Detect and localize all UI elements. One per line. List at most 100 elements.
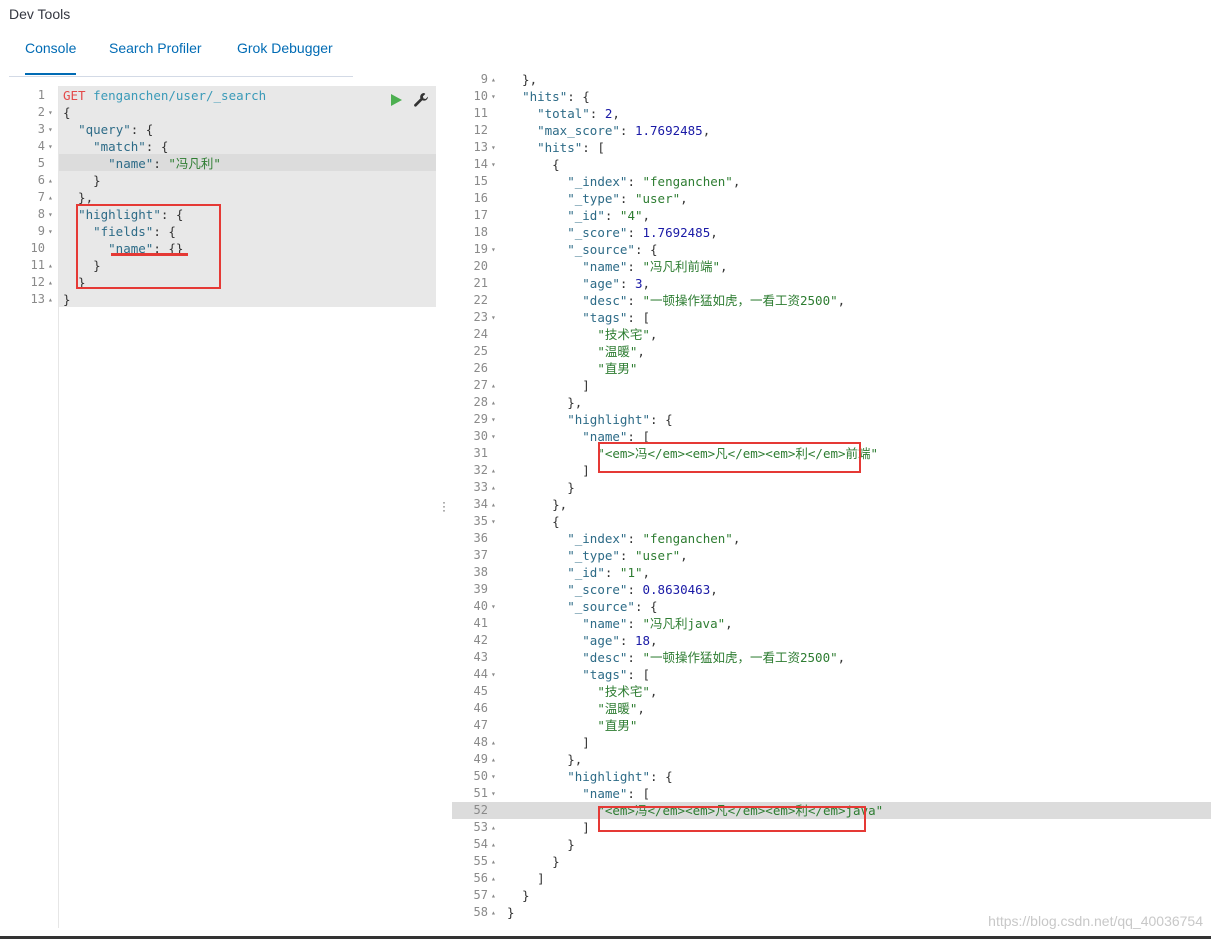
response-line: ]	[507, 735, 590, 750]
unfold-caret-icon[interactable]: ▴	[491, 462, 496, 479]
fold-caret-icon[interactable]: ▾	[491, 666, 496, 683]
tab-grok-debugger[interactable]: Grok Debugger	[237, 40, 333, 56]
fold-caret-icon[interactable]: ▾	[491, 88, 496, 105]
fold-caret-icon[interactable]: ▾	[491, 598, 496, 615]
code-line[interactable]: GET fenganchen/user/_search	[63, 87, 266, 104]
line-number: 4	[37, 139, 45, 153]
line-number: 27	[473, 378, 488, 392]
response-viewer[interactable]: 9 ▴ }, 10 ▾ "hits": {11 "total": 2, 12 "max_…	[452, 72, 1211, 928]
line-number: 41	[473, 616, 488, 630]
code-line[interactable]: }	[63, 172, 101, 189]
line-number: 11	[473, 106, 488, 120]
response-line: "_id": "1",	[567, 565, 651, 580]
fold-caret-icon[interactable]: ▾	[491, 785, 496, 802]
line-number: 9	[37, 224, 45, 238]
fold-caret-icon[interactable]: ▾	[48, 121, 53, 138]
response-line: "name": "冯凡利java",	[582, 616, 733, 631]
response-line: "tags": [	[582, 310, 651, 325]
unfold-caret-icon[interactable]: ▴	[491, 853, 496, 870]
request-editor[interactable]: 1 2 ▾ 3 ▾ 4 ▾ 5 6 ▴ 7 ▴ 8 ▾ 9 ▾ 10 11 ▴ 12 ▴ 13 ▴ GET fenganch…	[9, 86, 436, 928]
tab-search-profiler[interactable]: Search Profiler	[109, 40, 202, 56]
code-line[interactable]: "query": {	[63, 121, 153, 138]
line-number: 10	[473, 89, 488, 103]
response-line: "直男"	[597, 718, 638, 733]
fold-caret-icon[interactable]: ▾	[491, 139, 496, 156]
code-line[interactable]: "match": {	[63, 138, 168, 155]
code-line[interactable]: },	[63, 189, 93, 206]
line-number: 8	[37, 207, 45, 221]
unfold-caret-icon[interactable]: ▴	[491, 904, 496, 921]
line-number: 44	[473, 667, 488, 681]
resizer-handle-icon[interactable]: · · ·	[442, 496, 446, 516]
response-line: "温暖",	[597, 701, 645, 716]
code-line[interactable]: }	[63, 274, 86, 291]
line-number: 35	[473, 514, 488, 528]
line-number: 12	[473, 123, 488, 137]
unfold-caret-icon[interactable]: ▴	[491, 377, 496, 394]
line-number: 38	[473, 565, 488, 579]
unfold-caret-icon[interactable]: ▴	[48, 189, 53, 206]
response-line: "hits": {	[522, 89, 590, 104]
response-line: }	[507, 905, 515, 920]
line-number: 33	[473, 480, 488, 494]
unfold-caret-icon[interactable]: ▴	[491, 836, 496, 853]
unfold-caret-icon[interactable]: ▴	[48, 257, 53, 274]
fold-caret-icon[interactable]: ▾	[491, 156, 496, 173]
response-line: },	[507, 497, 568, 512]
response-line: ]	[507, 820, 590, 835]
response-line: "_index": "fenganchen",	[567, 531, 741, 546]
line-number: 10	[30, 241, 45, 255]
code-line[interactable]: {	[63, 104, 71, 121]
unfold-caret-icon[interactable]: ▴	[491, 479, 496, 496]
response-line: "max_score": 1.7692485,	[537, 123, 711, 138]
unfold-caret-icon[interactable]: ▴	[48, 291, 53, 308]
response-line: }	[507, 888, 530, 903]
fold-caret-icon[interactable]: ▾	[491, 768, 496, 785]
fold-caret-icon[interactable]: ▾	[491, 411, 496, 428]
line-number: 49	[473, 752, 488, 766]
unfold-caret-icon[interactable]: ▴	[491, 887, 496, 904]
fold-caret-icon[interactable]: ▾	[491, 428, 496, 445]
unfold-caret-icon[interactable]: ▴	[48, 274, 53, 291]
fold-caret-icon[interactable]: ▾	[48, 138, 53, 155]
unfold-caret-icon[interactable]: ▴	[491, 751, 496, 768]
response-line: "desc": "一顿操作猛如虎，一看工资2500",	[582, 650, 846, 665]
line-number: 45	[473, 684, 488, 698]
unfold-caret-icon[interactable]: ▴	[491, 734, 496, 751]
fold-caret-icon[interactable]: ▾	[48, 206, 53, 223]
name-underline-annotation	[111, 253, 188, 256]
fold-caret-icon[interactable]: ▾	[491, 513, 496, 530]
unfold-caret-icon[interactable]: ▴	[491, 71, 496, 88]
fold-caret-icon[interactable]: ▾	[491, 309, 496, 326]
response-line: }	[507, 480, 575, 495]
unfold-caret-icon[interactable]: ▴	[491, 496, 496, 513]
code-line[interactable]: "name": "冯凡利"	[63, 155, 221, 172]
response-line: "age": 18,	[582, 633, 658, 648]
play-icon[interactable]	[388, 92, 404, 108]
tab-console[interactable]: Console	[25, 40, 77, 75]
fold-caret-icon[interactable]: ▾	[48, 104, 53, 121]
unfold-caret-icon[interactable]: ▴	[491, 394, 496, 411]
unfold-caret-icon[interactable]: ▴	[48, 172, 53, 189]
line-number: 19	[473, 242, 488, 256]
response-line: "highlight": {	[567, 412, 673, 427]
line-number: 31	[473, 446, 488, 460]
unfold-caret-icon[interactable]: ▴	[491, 819, 496, 836]
fold-caret-icon[interactable]: ▾	[48, 223, 53, 240]
code-line[interactable]: "fields": {	[63, 223, 176, 240]
unfold-caret-icon[interactable]: ▴	[491, 870, 496, 887]
tab-bar: Console Search Profiler Grok Debugger	[9, 40, 353, 77]
response-line: }	[507, 837, 575, 852]
response-line: },	[507, 72, 538, 87]
response-line: }	[507, 854, 560, 869]
wrench-icon[interactable]	[413, 92, 429, 108]
code-line[interactable]: }	[63, 291, 71, 308]
fold-caret-icon[interactable]: ▾	[491, 241, 496, 258]
response-line: {	[507, 157, 560, 172]
code-line[interactable]: }	[63, 257, 101, 274]
response-line: "_type": "user",	[567, 191, 688, 206]
line-number: 32	[473, 463, 488, 477]
code-line[interactable]: "highlight": {	[63, 206, 183, 223]
request-code[interactable]: GET fenganchen/user/_search{ "query": { …	[59, 86, 436, 928]
line-number: 12	[30, 275, 45, 289]
